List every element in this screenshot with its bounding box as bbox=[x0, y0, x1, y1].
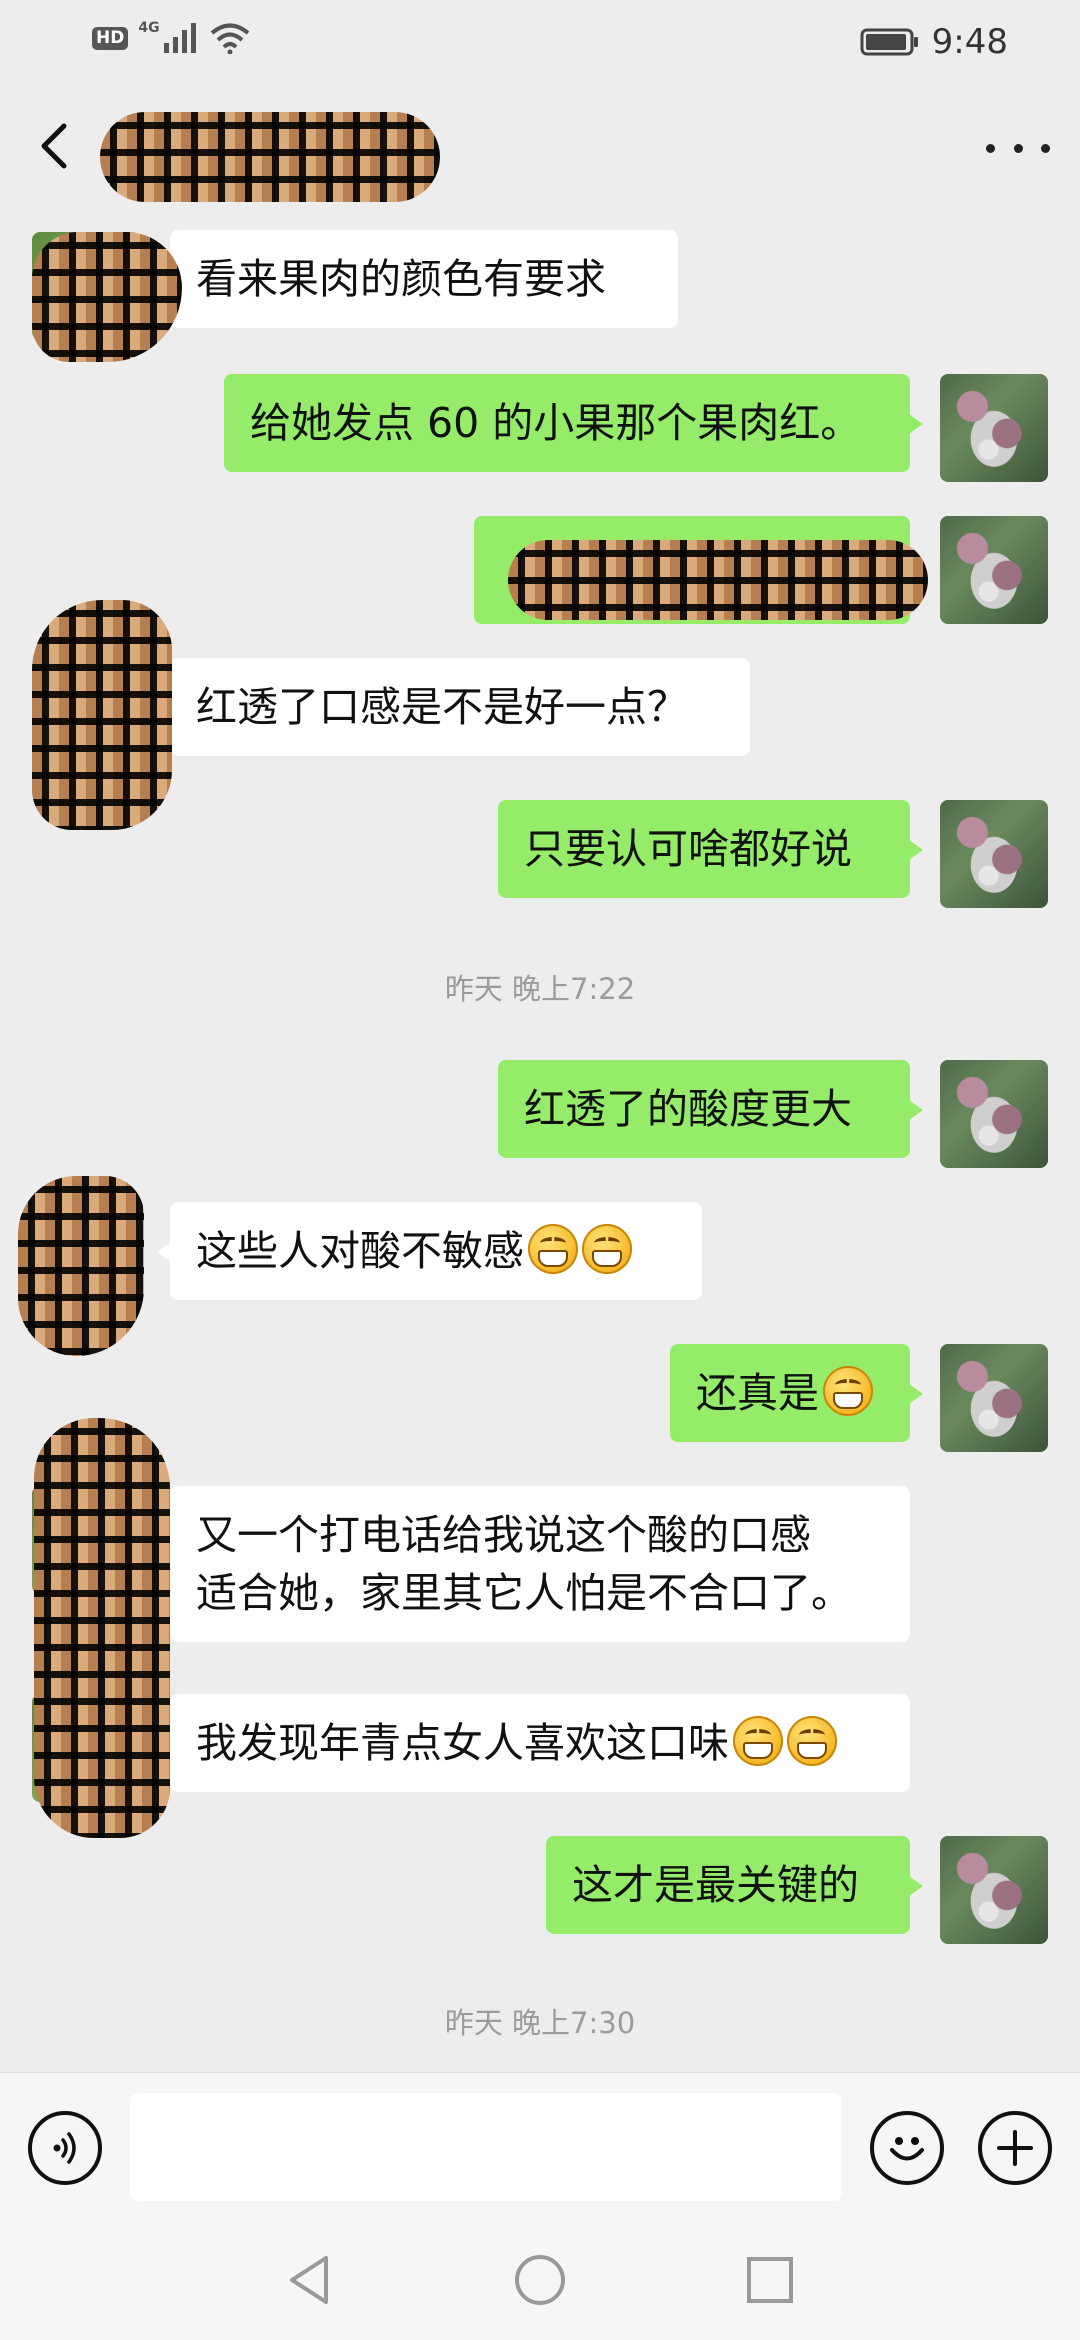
message-text: 只要认可啥都好说 bbox=[524, 825, 852, 873]
my-avatar[interactable] bbox=[940, 374, 1048, 482]
emoji-icon bbox=[890, 2137, 924, 2161]
incoming-message[interactable]: 这些人对酸不敏感 bbox=[157, 1202, 702, 1300]
redaction-mosaic bbox=[34, 1418, 170, 1838]
my-avatar[interactable] bbox=[940, 1836, 1048, 1944]
plus-icon bbox=[997, 2130, 1033, 2166]
nav-recents-button[interactable] bbox=[742, 2252, 798, 2308]
input-bar bbox=[0, 2072, 1080, 2222]
outgoing-message[interactable]: 红透了的酸度更大 bbox=[498, 1060, 923, 1158]
status-left: HD 4G bbox=[92, 20, 250, 54]
incoming-message[interactable]: 看来果肉的颜色有要求 bbox=[157, 230, 678, 328]
timestamp: 昨天 晚上7:30 bbox=[444, 2006, 636, 2040]
redaction-mosaic bbox=[32, 600, 172, 830]
my-avatar[interactable] bbox=[940, 516, 1048, 624]
grin-emoji-icon bbox=[733, 1716, 783, 1766]
grin-emoji-icon bbox=[528, 1224, 578, 1274]
back-button[interactable] bbox=[30, 116, 80, 176]
system-nav-bar bbox=[0, 2222, 1080, 2340]
incoming-message[interactable]: 我发现年青点女人喜欢这口味 bbox=[157, 1694, 910, 1792]
message-text: 看来果肉的颜色有要求 bbox=[196, 255, 606, 303]
message-text: 红透了口感是不是好一点？ bbox=[196, 683, 688, 731]
message-text: 还真是 bbox=[696, 1369, 819, 1417]
wifi-icon bbox=[210, 23, 249, 54]
emoji-button[interactable] bbox=[870, 2111, 944, 2185]
message-text-line: 适合她，家里其它人怕是不合口了。 bbox=[196, 1569, 852, 1617]
my-avatar[interactable] bbox=[940, 800, 1048, 908]
back-arrow-icon bbox=[41, 123, 67, 169]
voice-icon bbox=[53, 2132, 76, 2164]
clock: 9:48 bbox=[931, 22, 1008, 62]
nav-back-icon bbox=[290, 2256, 328, 2304]
message-text: 我发现年青点女人喜欢这口味 bbox=[196, 1719, 729, 1767]
message-input[interactable] bbox=[130, 2093, 842, 2201]
grin-emoji-icon bbox=[582, 1224, 632, 1274]
grin-emoji-icon bbox=[823, 1366, 873, 1416]
my-avatar[interactable] bbox=[940, 1060, 1048, 1168]
timestamp: 昨天 晚上7:22 bbox=[444, 972, 636, 1006]
redaction-mosaic bbox=[18, 1176, 144, 1356]
nav-recents-icon bbox=[747, 2257, 793, 2303]
message-text: 给她发点 60 的小果那个果肉红。 bbox=[250, 399, 862, 447]
plus-button[interactable] bbox=[978, 2111, 1052, 2185]
status-bar: HD 4G 9:48 bbox=[0, 0, 1080, 84]
outgoing-message[interactable]: 给她发点 60 的小果那个果肉红。 bbox=[224, 374, 923, 472]
network-type: 4G bbox=[138, 20, 160, 36]
message-text-line: 又一个打电话给我说这个酸的口感 bbox=[196, 1511, 811, 1559]
chat-title-redacted bbox=[100, 112, 440, 202]
message-text: 这些人对酸不敏感 bbox=[196, 1227, 524, 1275]
chat-header bbox=[0, 84, 1080, 214]
nav-home-icon bbox=[515, 2255, 565, 2305]
message-text: 红透了的酸度更大 bbox=[524, 1085, 852, 1133]
more-button[interactable] bbox=[986, 128, 1050, 168]
battery-icon bbox=[860, 28, 918, 56]
dot bbox=[1041, 143, 1050, 153]
nav-home-button[interactable] bbox=[512, 2252, 568, 2308]
signal-icon bbox=[163, 23, 196, 53]
message-text: 这才是最关键的 bbox=[572, 1861, 859, 1909]
my-avatar[interactable] bbox=[940, 1344, 1048, 1452]
nav-back-button[interactable] bbox=[282, 2252, 338, 2308]
outgoing-message[interactable]: 这才是最关键的 bbox=[546, 1836, 923, 1934]
outgoing-message[interactable]: 还真是 bbox=[670, 1344, 923, 1442]
hd-icon: HD bbox=[92, 26, 129, 50]
incoming-message[interactable]: 红透了口感是不是好一点？ bbox=[157, 658, 750, 756]
more-dots-icon bbox=[986, 143, 995, 153]
voice-button[interactable] bbox=[28, 2111, 102, 2185]
redaction-mosaic bbox=[32, 232, 182, 362]
outgoing-message[interactable]: 只要认可啥都好说 bbox=[498, 800, 923, 898]
status-right: 9:48 bbox=[860, 22, 1008, 62]
incoming-message[interactable]: 又一个打电话给我说这个酸的口感 适合她，家里其它人怕是不合口了。 bbox=[157, 1486, 910, 1642]
dot bbox=[1013, 143, 1023, 153]
redaction-mosaic bbox=[508, 540, 928, 620]
grin-emoji-icon bbox=[787, 1716, 837, 1766]
